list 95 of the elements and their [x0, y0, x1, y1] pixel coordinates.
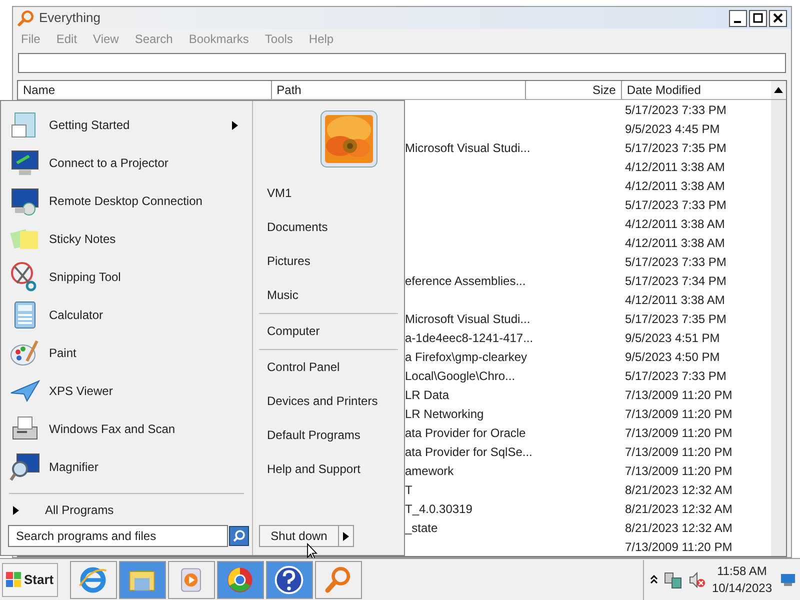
- table-cell-text: 7/13/2009 11:20 PM: [625, 386, 732, 404]
- search-icon: [17, 9, 35, 27]
- table-cell: a Firefox\gmp-clearkey: [405, 350, 528, 364]
- help-taskbar-button[interactable]: [266, 560, 313, 598]
- speaker-muted-icon[interactable]: [688, 570, 706, 588]
- place-item[interactable]: Computer: [259, 314, 398, 348]
- table-cell: LR Data: [405, 388, 450, 402]
- place-item[interactable]: Pictures: [259, 244, 398, 278]
- place-item[interactable]: Control Panel: [259, 350, 398, 384]
- search-field[interactable]: [18, 53, 786, 73]
- minimize-icon: [734, 20, 740, 22]
- table-cell-text: 5/17/2023 7:35 PM: [625, 140, 726, 156]
- table-cell-text: 4/12/2011 3:38 AM: [625, 178, 725, 194]
- minimize-button[interactable]: [729, 10, 747, 26]
- clock-time: 11:58 AM: [717, 562, 767, 580]
- table-cell-text: 4/12/2011 3:38 AM: [625, 234, 725, 252]
- start-button[interactable]: Start: [2, 562, 58, 596]
- program-item[interactable]: Connect to a Projector: [9, 144, 244, 182]
- table-cell: T_4.0.30319: [405, 502, 472, 516]
- table-cell-text: 8/21/2023 12:32 AM: [625, 482, 732, 498]
- search-icon: [232, 529, 246, 543]
- place-item[interactable]: Help and Support: [259, 452, 398, 486]
- table-cell-text: 5/17/2023 7:35 PM: [625, 310, 726, 328]
- table-cell-text: 7/13/2009 11:20 PM: [625, 406, 732, 422]
- table-cell: LR Networking: [405, 406, 484, 420]
- program-item[interactable]: Calculator: [9, 296, 244, 334]
- table-cell-text: 5/17/2023 7:34 PM: [625, 272, 726, 290]
- column-header[interactable]: Date Modified: [622, 81, 772, 99]
- table-cell-text: 4/12/2011 3:38 AM: [625, 216, 725, 232]
- table-cell-text: 7/13/2009 11:20 PM: [625, 444, 732, 460]
- monitor-icon: [781, 574, 795, 586]
- search-button[interactable]: [229, 526, 249, 546]
- maximize-icon: [753, 13, 763, 23]
- shut-down-options-button[interactable]: [339, 525, 354, 547]
- table-cell-text: 7/13/2009 11:20 PM: [625, 462, 732, 480]
- program-item[interactable]: Magnifier: [9, 448, 244, 486]
- table-cell-text: 9/5/2023 4:50 PM: [625, 348, 720, 366]
- table-cell: T: [405, 482, 412, 496]
- table-cell-text: 4/12/2011 3:38 AM: [625, 158, 725, 176]
- windows-logo-icon: [6, 572, 22, 588]
- column-header[interactable]: Size: [526, 81, 622, 99]
- network-icon[interactable]: [664, 570, 682, 588]
- expand-arrow-icon: [13, 506, 19, 514]
- close-button[interactable]: [769, 10, 787, 26]
- column-header[interactable]: Path: [272, 81, 526, 99]
- table-cell-text: 5/17/2023 7:33 PM: [625, 102, 726, 118]
- place-item[interactable]: Devices and Printers: [259, 384, 398, 418]
- options-arrow-icon: [343, 532, 349, 540]
- table-cell: Microsoft Visual Studi...: [405, 140, 530, 154]
- browser-taskbar-button[interactable]: [70, 560, 117, 598]
- place-item[interactable]: Default Programs: [259, 418, 398, 452]
- table-cell: a-1de4eec8-1241-417...: [405, 330, 534, 344]
- window-title: Everything: [39, 9, 100, 28]
- table-cell-text: 5/17/2023 7:33 PM: [625, 196, 726, 214]
- maximize-button[interactable]: [749, 10, 767, 26]
- up-arrow-icon: [774, 87, 784, 93]
- folder-taskbar-button[interactable]: [118, 560, 166, 598]
- submenu-arrow-icon: [232, 120, 238, 130]
- program-item[interactable]: XPS Viewer: [9, 372, 244, 410]
- table-cell: Local\Google\Chro...: [405, 368, 516, 382]
- program-item[interactable]: Remote Desktop Connection: [9, 182, 244, 220]
- table-cell-text: 9/5/2023 4:51 PM: [625, 330, 720, 346]
- scroll-up-button[interactable]: [771, 81, 786, 99]
- program-item[interactable]: Getting Started: [9, 106, 244, 144]
- table-cell: ata Provider for SqlSe...: [405, 444, 532, 458]
- program-item[interactable]: Paint: [9, 334, 244, 372]
- chrome-taskbar-button[interactable]: [216, 560, 264, 598]
- table-cell: Microsoft Visual Studi...: [405, 312, 530, 326]
- chevron-up-icon[interactable]: [650, 575, 658, 584]
- place-item[interactable]: VM1: [259, 176, 398, 210]
- close-icon: [773, 13, 783, 23]
- table-cell-text: 5/17/2023 7:33 PM: [625, 368, 726, 384]
- table-cell-text: 9/5/2023 4:45 PM: [625, 120, 720, 138]
- all-programs-item[interactable]: All Programs: [1, 498, 252, 522]
- place-item[interactable]: Music: [259, 278, 398, 312]
- program-item[interactable]: Sticky Notes: [9, 220, 244, 258]
- shut-down-button[interactable]: Shut down: [259, 525, 339, 547]
- table-cell: ata Provider for Oracle: [405, 426, 526, 440]
- table-cell-text: 8/21/2023 12:32 AM: [625, 500, 732, 518]
- search-field[interactable]: Search programs and files: [8, 525, 228, 547]
- magnifier-icon: [9, 451, 41, 483]
- table-cell-text: 4/12/2011 3:38 AM: [625, 292, 725, 308]
- table-cell: amework: [405, 464, 454, 478]
- table-cell: _state: [405, 520, 438, 534]
- table-cell-text: 7/13/2009 11:20 PM: [625, 424, 732, 442]
- column-header[interactable]: Name: [18, 81, 272, 99]
- table-cell-text: 8/21/2023 12:32 AM: [625, 520, 732, 536]
- clock-date: 10/14/2023: [712, 580, 772, 596]
- place-item[interactable]: Documents: [259, 210, 398, 244]
- program-item[interactable]: Snipping Tool: [9, 258, 244, 296]
- program-item[interactable]: Windows Fax and Scan: [9, 410, 244, 448]
- table-cell-text: 7/13/2009 11:20 PM: [625, 538, 732, 556]
- scrollbar[interactable]: [771, 100, 786, 556]
- table-cell: eference Assemblies...: [405, 274, 526, 288]
- table-cell-text: 5/17/2023 7:33 PM: [625, 254, 726, 270]
